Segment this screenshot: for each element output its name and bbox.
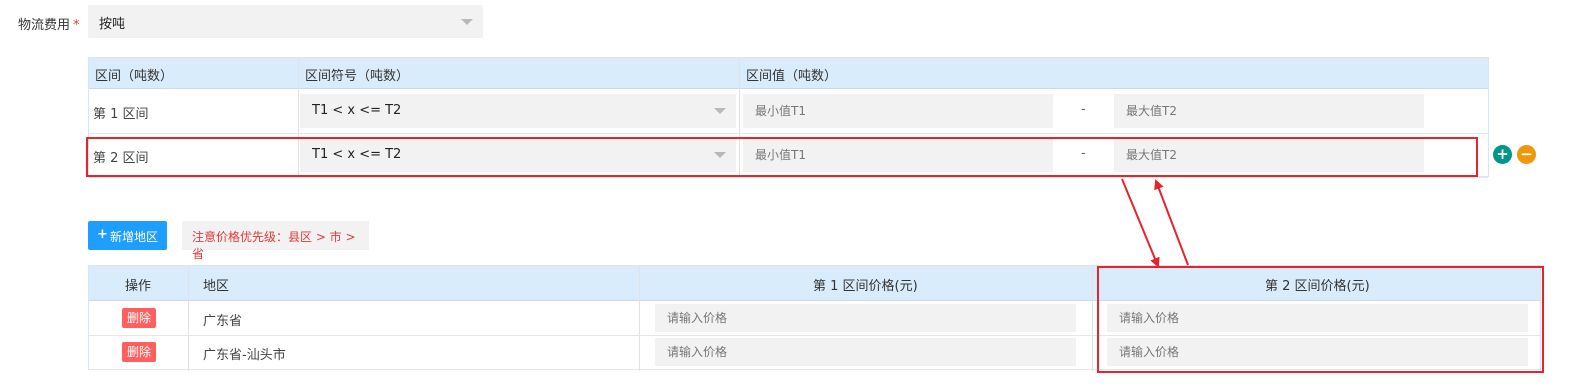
arrow-up-icon (1154, 179, 1189, 266)
arrow-down-icon (1121, 178, 1160, 268)
annotation-arrows (1121, 178, 1189, 268)
